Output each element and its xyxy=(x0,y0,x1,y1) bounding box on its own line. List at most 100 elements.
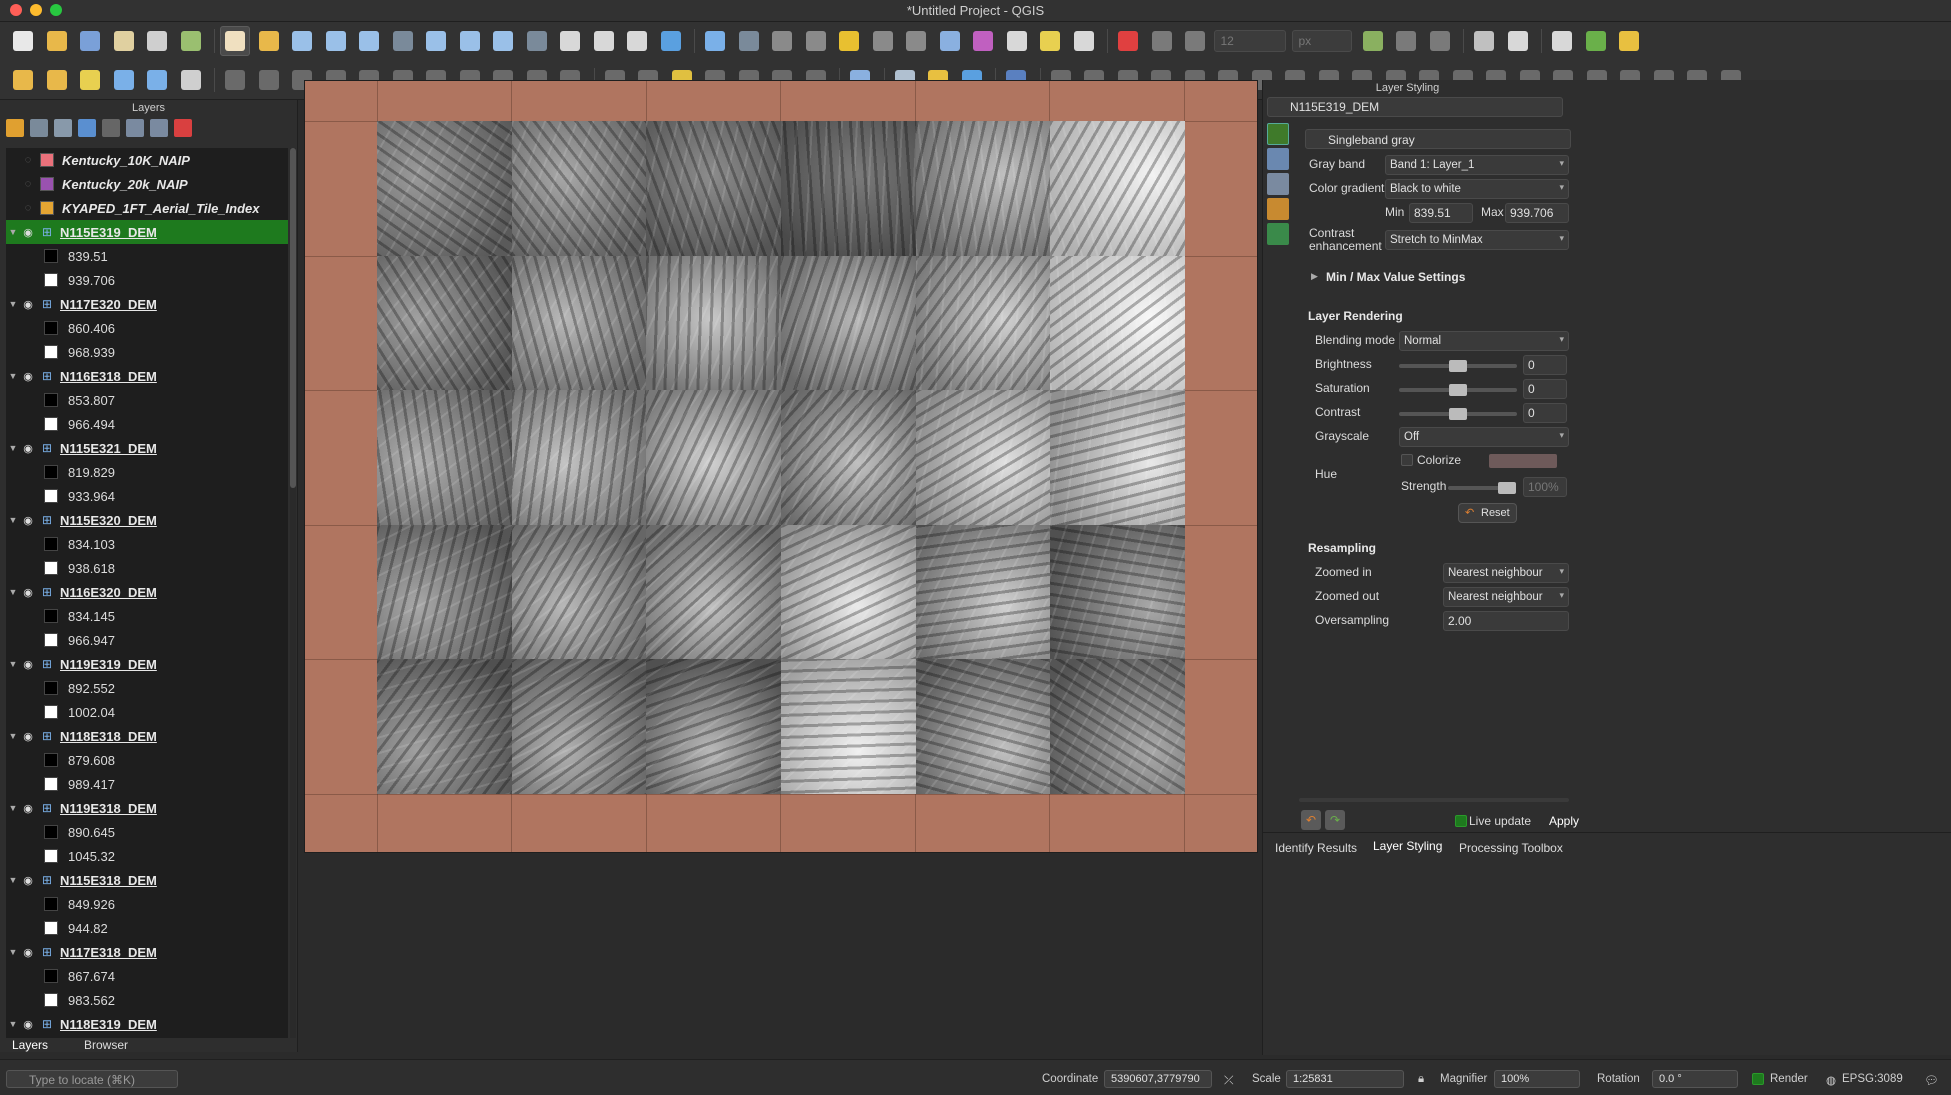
magnifier-input[interactable]: 100% xyxy=(1494,1070,1580,1088)
manage-visibility-icon[interactable] xyxy=(54,119,72,137)
tab-browser[interactable]: Browser xyxy=(76,1038,136,1052)
visibility-eye-icon[interactable]: ◉ xyxy=(20,298,36,311)
add-raster-button[interactable] xyxy=(142,65,172,95)
saturation-slider[interactable] xyxy=(1399,384,1517,396)
action-button[interactable] xyxy=(734,26,764,56)
screenshot-button[interactable] xyxy=(1503,26,1533,56)
snapping-tolerance-input[interactable]: 12 xyxy=(1213,30,1286,52)
visibility-off-icon[interactable]: ◌ xyxy=(20,202,36,214)
attribute-table-button[interactable] xyxy=(868,26,898,56)
expand-chevron-icon[interactable]: ▼ xyxy=(6,299,20,309)
expand-chevron-icon[interactable]: ▼ xyxy=(6,803,20,813)
color-gradient-select[interactable]: Black to white xyxy=(1385,179,1569,199)
zoom-next-button[interactable] xyxy=(522,26,552,56)
save-project-button[interactable] xyxy=(75,26,105,56)
visibility-eye-icon[interactable]: ◉ xyxy=(20,226,36,239)
rendering-tab-icon[interactable] xyxy=(1267,198,1289,220)
expand-chevron-icon[interactable]: ▼ xyxy=(6,371,20,381)
visibility-eye-icon[interactable]: ◉ xyxy=(20,658,36,671)
expand-chevron-icon[interactable]: ▼ xyxy=(6,443,20,453)
expand-chevron-icon[interactable]: ▼ xyxy=(6,587,20,597)
add-vector-button[interactable] xyxy=(176,65,206,95)
grayscale-select[interactable]: Off xyxy=(1399,427,1569,447)
visibility-eye-icon[interactable]: ◉ xyxy=(20,586,36,599)
visibility-eye-icon[interactable]: ◉ xyxy=(20,442,36,455)
expand-all-icon[interactable] xyxy=(126,119,144,137)
layer-row[interactable]: ◌ KYAPED_1FT_Aerial_Tile_Index xyxy=(6,196,288,220)
histogram-tab-icon[interactable] xyxy=(1267,173,1289,195)
open-styling-icon[interactable] xyxy=(6,119,24,137)
visibility-eye-icon[interactable]: ◉ xyxy=(20,514,36,527)
reset-button[interactable]: ↶ Reset xyxy=(1458,503,1517,523)
resampling-header[interactable]: Resampling xyxy=(1308,541,1376,555)
visibility-eye-icon[interactable]: ◉ xyxy=(20,874,36,887)
deselect-button[interactable] xyxy=(834,26,864,56)
crs-button[interactable]: EPSG:3089 xyxy=(1842,1073,1903,1085)
layer-row[interactable]: ▼ ◉ ⊞ N119E318_DEM xyxy=(6,796,288,820)
contrast-enhancement-select[interactable]: Stretch to MinMax xyxy=(1385,230,1569,250)
live-update-checkbox[interactable] xyxy=(1455,815,1467,827)
python-plugin-button[interactable] xyxy=(1614,26,1644,56)
snapping-unit-select[interactable]: px xyxy=(1291,30,1352,52)
contrast-slider[interactable] xyxy=(1399,408,1517,420)
layer-row[interactable]: ▼ ◉ ⊞ N115E319_DEM xyxy=(6,220,288,244)
layer-row[interactable]: ▼ ◉ ⊞ N117E318_DEM xyxy=(6,940,288,964)
expand-chevron-icon[interactable]: ▼ xyxy=(6,731,20,741)
scale-select[interactable]: 1:25831 xyxy=(1286,1070,1404,1088)
saturation-input[interactable]: 0 xyxy=(1523,379,1567,399)
rotation-input[interactable]: 0.0 ° xyxy=(1652,1070,1738,1088)
brightness-input[interactable]: 0 xyxy=(1523,355,1567,375)
new-project-button[interactable] xyxy=(8,26,38,56)
new-map-view-button[interactable] xyxy=(555,26,585,56)
select-features-button[interactable] xyxy=(767,26,797,56)
style-manager-button[interactable] xyxy=(176,26,206,56)
layer-row[interactable]: ▼ ◉ ⊞ N115E320_DEM xyxy=(6,508,288,532)
expand-chevron-icon[interactable]: ▼ xyxy=(6,227,20,237)
tab-identify-results[interactable]: Identify Results xyxy=(1275,841,1357,855)
pan-to-selection-button[interactable] xyxy=(254,26,284,56)
expand-chevron-icon[interactable]: ▼ xyxy=(6,515,20,525)
layer-tree[interactable]: ◌ Kentucky_10K_NAIP ◌ Kentucky_20k_NAIP ◌ KYA… xyxy=(6,148,288,1038)
edit-pencil-button[interactable] xyxy=(109,65,139,95)
plugin-manager-button[interactable] xyxy=(1547,26,1577,56)
zoomed-in-select[interactable]: Nearest neighbour xyxy=(1443,563,1569,583)
zoomed-out-select[interactable]: Nearest neighbour xyxy=(1443,587,1569,607)
layer-row[interactable]: ▼ ◉ ⊞ N116E320_DEM xyxy=(6,580,288,604)
map-tips-button[interactable] xyxy=(1035,26,1065,56)
visibility-eye-icon[interactable]: ◉ xyxy=(20,730,36,743)
merge-features-button[interactable] xyxy=(1425,26,1455,56)
contrast-input[interactable]: 0 xyxy=(1523,403,1567,423)
zoom-full-button[interactable] xyxy=(354,26,384,56)
expand-chevron-icon[interactable]: ▼ xyxy=(6,1019,20,1029)
snapping-magnet-button[interactable] xyxy=(1113,26,1143,56)
identify-button[interactable] xyxy=(700,26,730,56)
mouse-coord-icon[interactable]: ⤫ xyxy=(1224,1073,1234,1088)
minmax-settings-header[interactable]: Min / Max Value Settings xyxy=(1326,270,1465,284)
vertex-tool-button[interactable] xyxy=(1358,26,1388,56)
history-tab-icon[interactable] xyxy=(1267,223,1289,245)
measure-button[interactable] xyxy=(1002,26,1032,56)
symbology-tab-icon[interactable] xyxy=(1267,123,1289,145)
lock-scale-icon[interactable]: 🔒︎ xyxy=(1418,1073,1424,1086)
visibility-off-icon[interactable]: ◌ xyxy=(20,154,36,166)
bookmarks-button[interactable] xyxy=(622,26,652,56)
settings-gear-button[interactable] xyxy=(935,26,965,56)
layer-rendering-header[interactable]: Layer Rendering xyxy=(1308,309,1403,323)
layer-row[interactable]: ▼ ◉ ⊞ N115E318_DEM xyxy=(6,868,288,892)
filter-legend-icon[interactable] xyxy=(78,119,96,137)
layer-row[interactable]: ◌ Kentucky_10K_NAIP xyxy=(6,148,288,172)
save-edits-button[interactable] xyxy=(254,65,284,95)
visibility-eye-icon[interactable]: ◉ xyxy=(20,802,36,815)
layout-manager-button[interactable] xyxy=(142,26,172,56)
topological-editing-button[interactable] xyxy=(1147,26,1177,56)
min-input[interactable]: 839.51 xyxy=(1409,203,1473,223)
visibility-eye-icon[interactable]: ◉ xyxy=(20,1018,36,1031)
layer-row[interactable]: ▼ ◉ ⊞ N118E319_DEM xyxy=(6,1012,288,1036)
remove-layer-icon[interactable] xyxy=(174,119,192,137)
layer-row[interactable]: ▼ ◉ ⊞ N116E318_DEM xyxy=(6,364,288,388)
strength-input[interactable]: 100% xyxy=(1523,477,1567,497)
styled-layer-select[interactable]: N115E319_DEM xyxy=(1267,97,1563,117)
add-group-icon[interactable] xyxy=(30,119,48,137)
redo-icon[interactable]: ↷ xyxy=(1325,810,1345,830)
collapse-all-icon[interactable] xyxy=(150,119,168,137)
